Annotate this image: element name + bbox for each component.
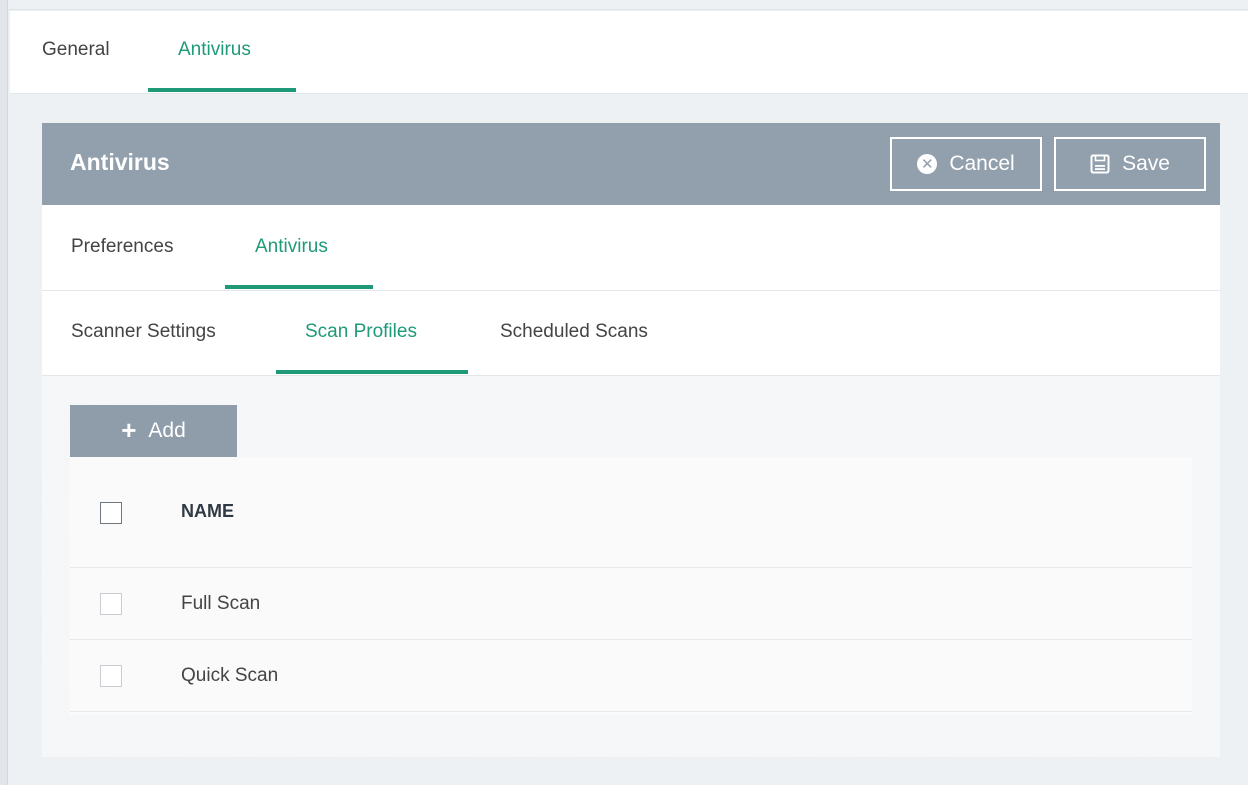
cancel-label: Cancel [949, 152, 1015, 175]
top-border [8, 0, 1248, 10]
panel-title: Antivirus [70, 149, 170, 175]
tab-scheduled-scans[interactable]: Scheduled Scans [500, 321, 648, 343]
inner-tab-bar: Scanner Settings Scan Profiles Scheduled… [42, 291, 1220, 376]
add-button[interactable]: + Add [70, 405, 237, 457]
tab-general[interactable]: General [42, 39, 110, 61]
row-checkbox[interactable] [100, 665, 122, 687]
save-button[interactable]: Save [1054, 137, 1206, 191]
scan-profiles-content: + Add NAME Full Scan Quick Scan [42, 376, 1220, 757]
plus-icon: + [121, 414, 137, 445]
top-tab-bar: General Antivirus [10, 11, 1248, 94]
select-all-checkbox[interactable] [100, 502, 122, 524]
profile-name[interactable]: Full Scan [181, 593, 260, 615]
sub-tab-bar: Preferences Antivirus [42, 205, 1220, 291]
save-label: Save [1122, 152, 1170, 175]
add-label: Add [148, 419, 186, 442]
table-row[interactable]: Full Scan [70, 568, 1192, 640]
active-sub-tab-indicator [225, 285, 373, 289]
profile-name[interactable]: Quick Scan [181, 665, 278, 687]
tab-sub-antivirus[interactable]: Antivirus [255, 236, 328, 258]
active-tab-indicator [148, 88, 296, 92]
panel-header: Antivirus ✕ Cancel Save [42, 123, 1220, 205]
tab-scanner-settings[interactable]: Scanner Settings [71, 321, 216, 343]
column-header-name[interactable]: NAME [181, 501, 234, 522]
scan-profiles-table: NAME Full Scan Quick Scan [70, 457, 1192, 715]
row-checkbox[interactable] [100, 593, 122, 615]
antivirus-panel: Antivirus ✕ Cancel Save Preferences Anti… [42, 123, 1220, 757]
tab-preferences[interactable]: Preferences [71, 236, 173, 258]
tab-antivirus[interactable]: Antivirus [178, 39, 251, 61]
active-inner-tab-indicator [276, 370, 468, 374]
save-icon [1090, 154, 1110, 174]
table-header-row: NAME [70, 457, 1192, 568]
tab-scan-profiles[interactable]: Scan Profiles [305, 321, 417, 343]
table-row[interactable]: Quick Scan [70, 640, 1192, 712]
left-border [0, 0, 8, 785]
cancel-button[interactable]: ✕ Cancel [890, 137, 1042, 191]
cancel-icon: ✕ [917, 154, 938, 174]
